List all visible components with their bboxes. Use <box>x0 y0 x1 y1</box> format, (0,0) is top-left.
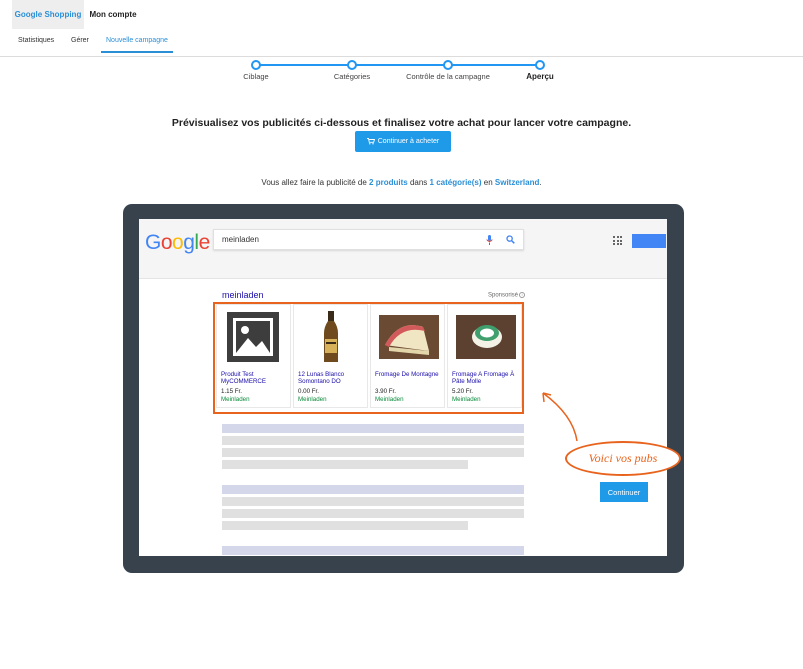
search-icon <box>506 235 515 244</box>
placeholder-line <box>222 460 468 469</box>
top-bar: Google Shopping Mon compte <box>0 0 803 29</box>
placeholder-line <box>222 497 524 506</box>
tab-google-shopping[interactable]: Google Shopping <box>12 0 84 29</box>
summary-products-link[interactable]: 2 produits <box>369 178 408 187</box>
google-header: Google meinladen <box>139 219 667 279</box>
summary-suffix: . <box>539 178 542 187</box>
summary-middle2: en <box>481 178 495 187</box>
subnav-statistiques[interactable]: Statistiques <box>18 29 54 57</box>
google-logo-letter: o <box>172 231 184 254</box>
continue-shopping-label: Continuer à acheter <box>377 138 440 145</box>
step-dot-controle[interactable] <box>443 60 453 70</box>
campaign-summary: Vous allez faire la publicité de 2 produ… <box>0 178 803 187</box>
placeholder-line <box>222 521 468 530</box>
continue-shopping-button[interactable]: Continuer à acheter <box>355 131 451 152</box>
step-dot-apercu[interactable] <box>535 60 545 70</box>
apps-grid-icon <box>613 236 622 245</box>
continue-button[interactable]: Continuer <box>600 482 648 502</box>
google-logo-letter: o <box>160 231 173 254</box>
placeholder-line <box>222 485 524 494</box>
callout-bubble: Voici vos pubs <box>565 441 681 476</box>
google-logo-letter: g <box>183 231 195 254</box>
stepper-track <box>256 64 540 66</box>
summary-categories-link[interactable]: 1 catégorie(s) <box>430 178 482 187</box>
step-label-ciblage: Ciblage <box>243 72 269 81</box>
placeholder-line <box>222 448 524 457</box>
microphone-icon <box>486 235 493 245</box>
google-logo-letter: e <box>198 231 211 254</box>
ads-highlight-frame <box>213 302 524 414</box>
step-label-apercu: Aperçu <box>526 72 554 81</box>
placeholder-line <box>222 509 524 518</box>
google-logo: Google <box>145 231 210 255</box>
sub-navigation: Statistiques Gérer Nouvelle campagne <box>0 29 803 57</box>
placeholder-line <box>222 424 524 433</box>
curved-arrow-icon <box>542 392 578 442</box>
page-headline: Prévisualisez vos publicités ci-dessous … <box>171 117 632 129</box>
placeholder-line <box>222 546 524 555</box>
sponsored-text: Sponsorisé <box>488 292 519 299</box>
cart-icon <box>366 138 375 145</box>
subnav-gerer[interactable]: Gérer <box>71 29 89 57</box>
info-icon: i <box>519 292 526 298</box>
placeholder-line <box>222 436 524 445</box>
step-dot-ciblage[interactable] <box>251 60 261 70</box>
summary-prefix: Vous allez faire la publicité de <box>261 178 370 187</box>
google-logo-letter: G <box>145 231 161 254</box>
results-title: meinladen <box>222 290 264 300</box>
sign-in-button <box>632 234 666 248</box>
step-dot-categories[interactable] <box>347 60 357 70</box>
sponsored-label: Sponsorisé i <box>488 292 526 299</box>
subnav-nouvelle-campagne[interactable]: Nouvelle campagne <box>101 29 173 53</box>
search-query: meinladen <box>222 235 259 244</box>
google-search-box: meinladen <box>213 229 524 250</box>
tab-mon-compte[interactable]: Mon compte <box>86 0 140 29</box>
summary-country-link[interactable]: Switzerland <box>495 178 539 187</box>
step-label-categories: Catégories <box>333 72 371 81</box>
summary-middle: dans <box>407 178 430 187</box>
